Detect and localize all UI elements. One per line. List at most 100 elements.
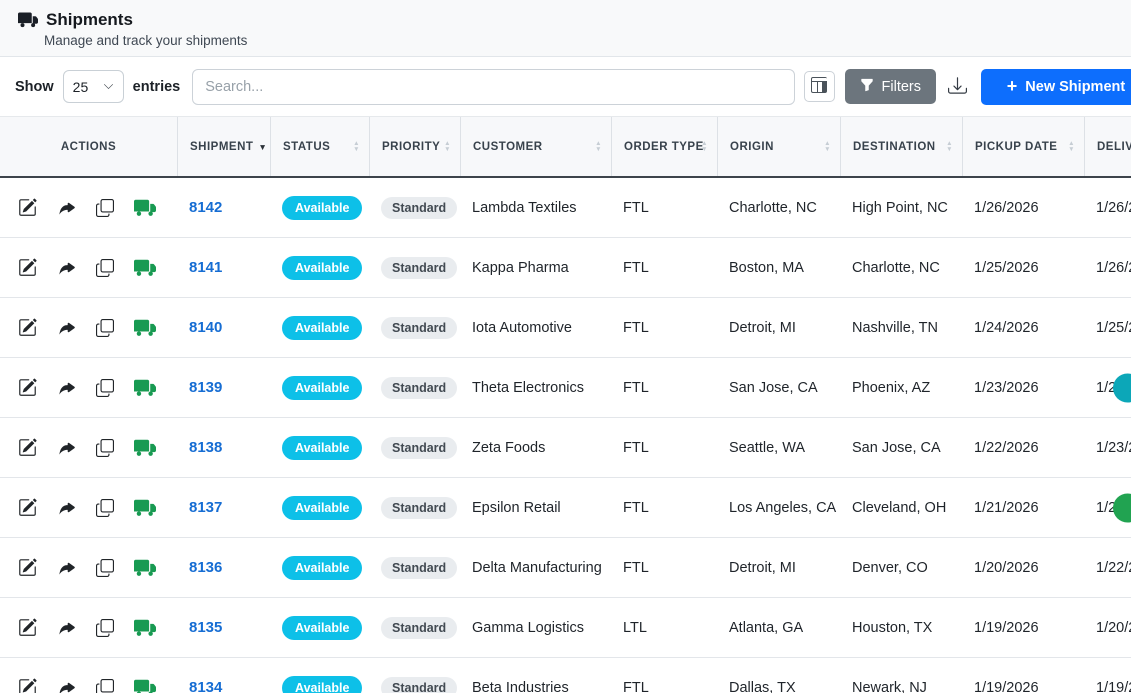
column-header-customer[interactable]: Customer ▲▼ (460, 117, 611, 176)
column-header-pickup-date[interactable]: Pickup Date ▲▼ (962, 117, 1084, 176)
truck-icon[interactable] (134, 677, 156, 693)
share-icon[interactable] (57, 198, 76, 217)
copy-icon[interactable] (96, 199, 114, 217)
delivery-date-cell: 1/25/2026 (1084, 298, 1131, 357)
truck-icon[interactable] (134, 557, 156, 579)
shipment-link[interactable]: 8141 (189, 259, 222, 276)
new-shipment-button[interactable]: + New Shipment (981, 69, 1131, 105)
entries-label: entries (133, 79, 181, 95)
customer-cell: Iota Automotive (460, 298, 611, 357)
plus-icon: + (1007, 77, 1018, 95)
truck-icon[interactable] (134, 377, 156, 399)
copy-icon[interactable] (96, 259, 114, 277)
share-icon[interactable] (57, 498, 76, 517)
copy-icon[interactable] (96, 559, 114, 577)
priority-cell: Standard (369, 358, 460, 417)
shipment-link[interactable]: 8137 (189, 499, 222, 516)
origin-cell: Los Angeles, CA (717, 478, 840, 537)
origin-cell: Detroit, MI (717, 298, 840, 357)
sort-carets-icon: ▲▼ (701, 141, 708, 153)
shipment-link[interactable]: 8142 (189, 199, 222, 216)
truck-icon[interactable] (134, 497, 156, 519)
shipment-cell: 8139 (177, 358, 270, 417)
origin-cell: Dallas, TX (717, 658, 840, 693)
table-header-row: Actions Shipment ▼ Status ▲▼ Priority ▲▼… (0, 116, 1131, 178)
priority-cell: Standard (369, 298, 460, 357)
copy-icon[interactable] (96, 679, 114, 693)
customer-cell: Gamma Logistics (460, 598, 611, 657)
priority-cell: Standard (369, 538, 460, 597)
truck-icon[interactable] (134, 437, 156, 459)
page-size-select[interactable]: 25 (63, 70, 124, 103)
share-icon[interactable] (57, 378, 76, 397)
edit-icon[interactable] (18, 318, 37, 337)
customer-cell: Epsilon Retail (460, 478, 611, 537)
column-header-origin[interactable]: Origin ▲▼ (717, 117, 840, 176)
share-icon[interactable] (57, 678, 76, 693)
sort-descending-icon: ▼ (258, 142, 267, 152)
pickup-date-cell: 1/20/2026 (962, 538, 1084, 597)
edit-icon[interactable] (18, 258, 37, 277)
shipment-link[interactable]: 8134 (189, 679, 222, 693)
filters-button[interactable]: Filters (845, 69, 936, 104)
edit-icon[interactable] (18, 618, 37, 637)
share-icon[interactable] (57, 438, 76, 457)
copy-icon[interactable] (96, 499, 114, 517)
copy-icon[interactable] (96, 439, 114, 457)
order-type-cell: FTL (611, 418, 717, 477)
column-label: Destination (853, 141, 936, 153)
copy-icon[interactable] (96, 319, 114, 337)
destination-cell: Houston, TX (840, 598, 962, 657)
status-badge: Available (282, 676, 362, 693)
column-header-status[interactable]: Status ▲▼ (270, 117, 369, 176)
truck-icon[interactable] (134, 617, 156, 639)
edit-icon[interactable] (18, 378, 37, 397)
column-header-destination[interactable]: Destination ▲▼ (840, 117, 962, 176)
truck-icon[interactable] (134, 317, 156, 339)
shipment-cell: 8135 (177, 598, 270, 657)
copy-icon[interactable] (96, 619, 114, 637)
edit-icon[interactable] (18, 198, 37, 217)
edit-icon[interactable] (18, 438, 37, 457)
share-icon[interactable] (57, 318, 76, 337)
column-header-delivery-date[interactable]: Delivery Date ▲▼ (1084, 117, 1131, 176)
customer-cell: Zeta Foods (460, 418, 611, 477)
pickup-date-cell: 1/26/2026 (962, 178, 1084, 237)
table-row: 8134 Available Standard Beta Industries … (0, 658, 1131, 693)
table-row: 8140 Available Standard Iota Automotive … (0, 298, 1131, 358)
status-cell: Available (270, 418, 369, 477)
shipment-link[interactable]: 8138 (189, 439, 222, 456)
column-label: Delivery Date (1097, 141, 1131, 153)
column-header-shipment[interactable]: Shipment ▼ (177, 117, 270, 176)
search-input[interactable] (192, 69, 794, 105)
edit-icon[interactable] (18, 498, 37, 517)
shipment-link[interactable]: 8139 (189, 379, 222, 396)
edit-icon[interactable] (18, 678, 37, 693)
sort-carets-icon: ▲▼ (353, 141, 360, 153)
priority-badge: Standard (381, 257, 457, 279)
share-icon[interactable] (57, 558, 76, 577)
edit-icon[interactable] (18, 558, 37, 577)
share-icon[interactable] (57, 618, 76, 637)
column-header-actions: Actions (0, 117, 177, 176)
column-header-priority[interactable]: Priority ▲▼ (369, 117, 460, 176)
copy-icon[interactable] (96, 379, 114, 397)
truck-icon[interactable] (134, 257, 156, 279)
column-header-order-type[interactable]: Order Type ▲▼ (611, 117, 717, 176)
table-row: 8136 Available Standard Delta Manufactur… (0, 538, 1131, 598)
truck-icon[interactable] (134, 197, 156, 219)
funnel-icon (860, 78, 874, 96)
column-visibility-button[interactable] (804, 71, 835, 102)
sort-carets-icon: ▲▼ (1068, 141, 1075, 153)
status-cell: Available (270, 658, 369, 693)
table-row: 8135 Available Standard Gamma Logistics … (0, 598, 1131, 658)
sort-carets-icon: ▲▼ (946, 141, 953, 153)
shipment-link[interactable]: 8136 (189, 559, 222, 576)
share-icon[interactable] (57, 258, 76, 277)
shipment-link[interactable]: 8140 (189, 319, 222, 336)
shipment-link[interactable]: 8135 (189, 619, 222, 636)
status-badge: Available (282, 496, 362, 520)
download-button[interactable] (948, 76, 967, 98)
priority-badge: Standard (381, 557, 457, 579)
pickup-date-cell: 1/19/2026 (962, 658, 1084, 693)
